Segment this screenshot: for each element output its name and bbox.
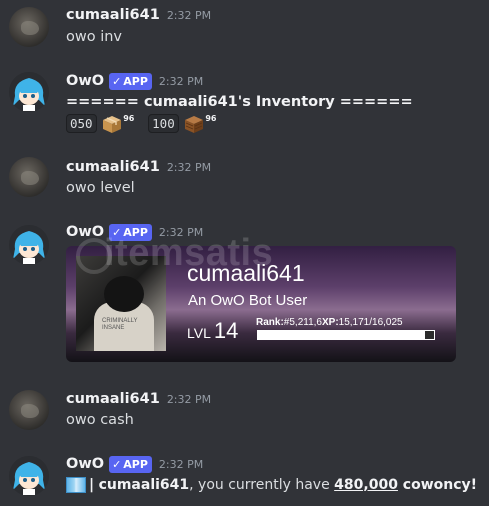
level-label: LVL	[187, 325, 211, 341]
timestamp: 2:32 PM	[166, 392, 212, 406]
timestamp: 2:32 PM	[158, 457, 204, 471]
watermark-text: itemsatis	[104, 232, 274, 274]
cash-username: cumaali641	[98, 477, 190, 493]
bot-username[interactable]: OwO	[66, 73, 104, 89]
rank-value: #5,211,6	[283, 317, 322, 328]
inventory-items: 050 96 100 96	[66, 114, 216, 134]
bot-avatar[interactable]	[9, 225, 49, 265]
xp-label: XP:	[321, 317, 339, 328]
wooden-crate-icon	[183, 114, 205, 134]
xp-progress-fill	[424, 331, 434, 339]
rank-xp-text: Rank:#5,211,6XP:15,171/16,025	[256, 317, 403, 328]
bot-username[interactable]: OwO	[66, 456, 104, 472]
message-text: owo level	[66, 180, 135, 196]
checkmark-icon: ✓	[112, 457, 122, 471]
checkmark-icon: ✓	[112, 74, 122, 88]
cash-message: | cumaali641, you currently have 480,000…	[66, 477, 477, 493]
item-code: 100	[148, 114, 179, 133]
xp-value: 15,171/16,025	[338, 317, 403, 328]
cowoncy-icon	[66, 477, 86, 493]
timestamp: 2:32 PM	[158, 74, 204, 88]
app-badge: ✓ APP	[109, 455, 152, 473]
bot-avatar[interactable]	[9, 72, 49, 112]
cash-amount: 480,000	[334, 477, 398, 493]
timestamp: 2:32 PM	[166, 160, 212, 174]
card-subtitle: An OwO Bot User	[188, 292, 308, 309]
user-avatar[interactable]	[9, 157, 49, 197]
user-avatar[interactable]	[9, 7, 49, 47]
message-text: owo inv	[66, 29, 123, 45]
app-badge: ✓ APP	[109, 72, 152, 90]
level-value: 14	[213, 318, 239, 343]
item-count: 96	[205, 114, 217, 123]
username[interactable]: cumaali641	[66, 391, 160, 407]
xp-progress-bar	[257, 330, 435, 340]
cash-end-text: cowoncy!	[397, 477, 478, 493]
rank-label: Rank:	[256, 317, 284, 328]
username[interactable]: cumaali641	[66, 7, 160, 23]
package-box-icon	[101, 114, 123, 134]
user-avatar[interactable]	[9, 390, 49, 430]
item-code: 050	[66, 114, 97, 133]
bot-avatar[interactable]	[9, 456, 49, 496]
cash-mid-text: , you currently have	[189, 477, 335, 493]
username[interactable]: cumaali641	[66, 159, 160, 175]
message-text: owo cash	[66, 412, 134, 428]
separator: |	[89, 477, 95, 493]
level-display: LVL 14	[187, 318, 238, 344]
timestamp: 2:32 PM	[166, 8, 212, 22]
inventory-title: ====== cumaali641's Inventory ======	[66, 94, 413, 110]
item-count: 96	[123, 114, 135, 123]
